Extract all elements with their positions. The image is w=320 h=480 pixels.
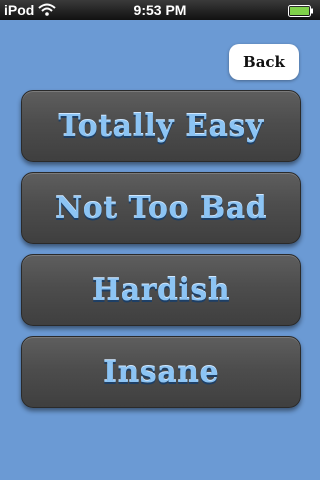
difficulty-button-insane[interactable]: Insane bbox=[21, 336, 301, 408]
status-time: 9:53 PM bbox=[133, 2, 187, 18]
difficulty-label: Totally Easy bbox=[58, 108, 264, 144]
battery-icon bbox=[288, 4, 314, 20]
difficulty-button-totally-easy[interactable]: Totally Easy bbox=[21, 90, 301, 162]
difficulty-label: Not Too Bad bbox=[54, 190, 268, 226]
difficulty-button-hardish[interactable]: Hardish bbox=[21, 254, 301, 326]
difficulty-button-not-too-bad[interactable]: Not Too Bad bbox=[21, 172, 301, 244]
difficulty-label: Hardish bbox=[91, 272, 231, 308]
difficulty-label: Insane bbox=[102, 354, 220, 390]
back-button[interactable]: Back bbox=[229, 44, 299, 80]
status-bar: iPod 9:53 PM bbox=[0, 0, 320, 20]
